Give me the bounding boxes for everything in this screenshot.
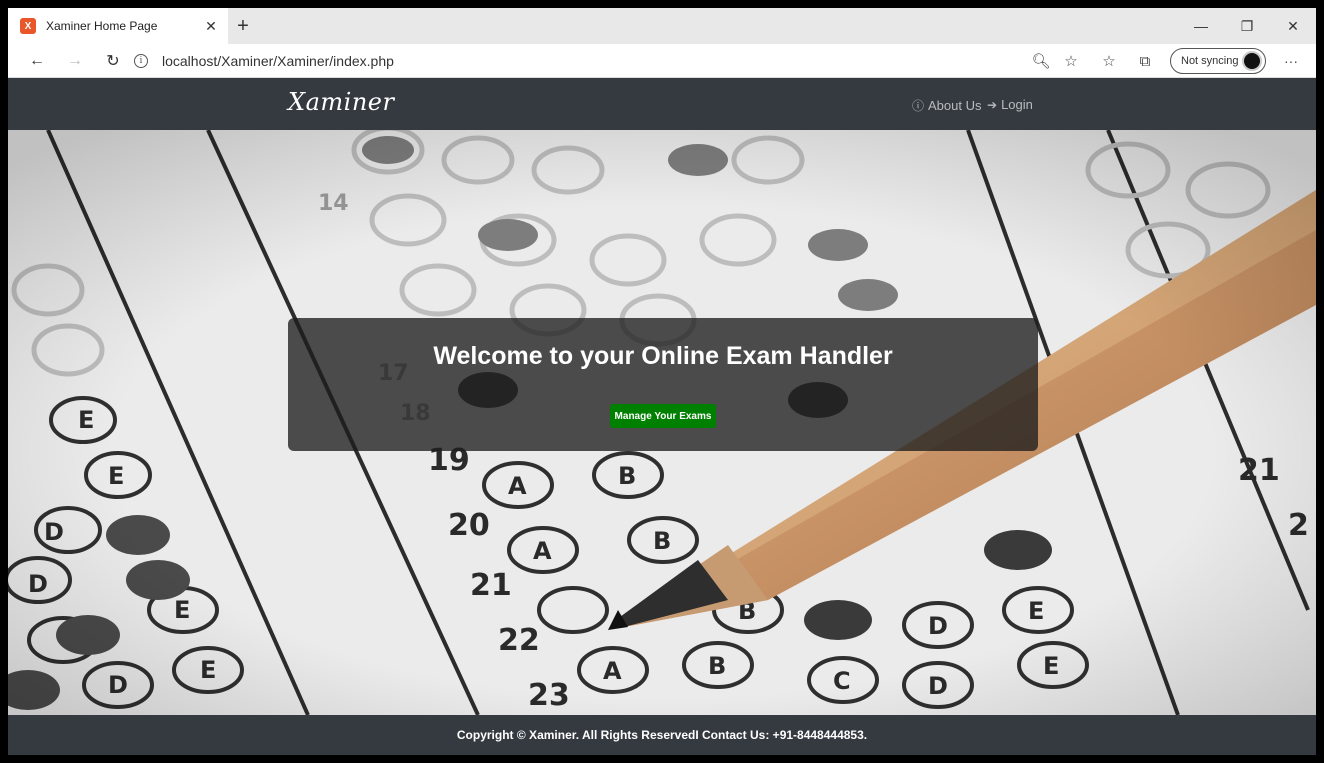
nav-about-us[interactable]: ⓘ About Us — [912, 97, 982, 114]
tab-xaminer-home[interactable]: X Xaminer Home Page ✕ — [8, 8, 228, 44]
info-icon[interactable]: i — [134, 54, 148, 68]
favorites-icon[interactable]: ☆ — [1096, 48, 1122, 74]
nav-about-label: About Us — [928, 98, 982, 113]
info-circle-icon: ⓘ — [912, 99, 925, 113]
profile-sync-button[interactable]: Not syncing — [1170, 48, 1266, 74]
welcome-jumbotron: Welcome to your Online Exam Handler Mana… — [288, 318, 1038, 451]
browser-window: X Xaminer Home Page ✕ + — ❐ ✕ ← → ↻ i lo… — [8, 8, 1316, 755]
footer-copyright: Copyright © Xaminer. All Rights Reserved… — [456, 728, 868, 742]
site-navbar: Xaminer ⓘ About Us ➔ Login — [8, 78, 1316, 130]
web-page: Xaminer ⓘ About Us ➔ Login Welcome to yo… — [8, 78, 1316, 755]
more-icon[interactable]: ··· — [1278, 48, 1304, 74]
collections-icon[interactable]: ⧉ — [1132, 48, 1158, 74]
close-window-icon[interactable]: ✕ — [1270, 8, 1316, 44]
back-arrow-icon[interactable]: ← — [24, 48, 50, 74]
refresh-icon[interactable]: ↻ — [100, 48, 126, 74]
url-text: localhost/Xaminer/Xaminer/index.php — [162, 53, 394, 69]
close-tab-icon[interactable]: ✕ — [202, 17, 220, 35]
nav-login-label: Login — [1001, 97, 1033, 112]
brand-logo[interactable]: Xaminer — [288, 88, 394, 116]
nav-login[interactable]: ➔ Login — [987, 97, 1033, 112]
tab-title: Xaminer Home Page — [46, 19, 158, 33]
address-bar[interactable]: i localhost/Xaminer/Xaminer/index.php — [134, 48, 1014, 74]
sign-in-icon: ➔ — [987, 97, 998, 112]
hero-section: E E D D E E D — [8, 130, 1316, 715]
xampp-icon: X — [20, 18, 36, 34]
new-tab-icon[interactable]: + — [232, 15, 254, 37]
browser-toolbar: ← → ↻ i localhost/Xaminer/Xaminer/index.… — [8, 44, 1316, 78]
tab-strip: X Xaminer Home Page ✕ + — ❐ ✕ — [8, 8, 1316, 44]
restore-icon[interactable]: ❐ — [1224, 8, 1270, 44]
sync-label: Not syncing — [1181, 55, 1239, 67]
zoom-icon[interactable]: 🔍︎ — [1028, 48, 1054, 74]
manage-exams-button[interactable]: Manage Your Exams — [610, 404, 716, 428]
site-footer: Copyright © Xaminer. All Rights Reserved… — [8, 715, 1316, 755]
avatar — [1242, 51, 1262, 71]
minimize-icon[interactable]: — — [1178, 8, 1224, 44]
hero-title: Welcome to your Online Exam Handler — [433, 342, 893, 370]
forward-arrow-icon[interactable]: → — [62, 48, 88, 74]
star-icon[interactable]: ☆ — [1058, 48, 1084, 74]
